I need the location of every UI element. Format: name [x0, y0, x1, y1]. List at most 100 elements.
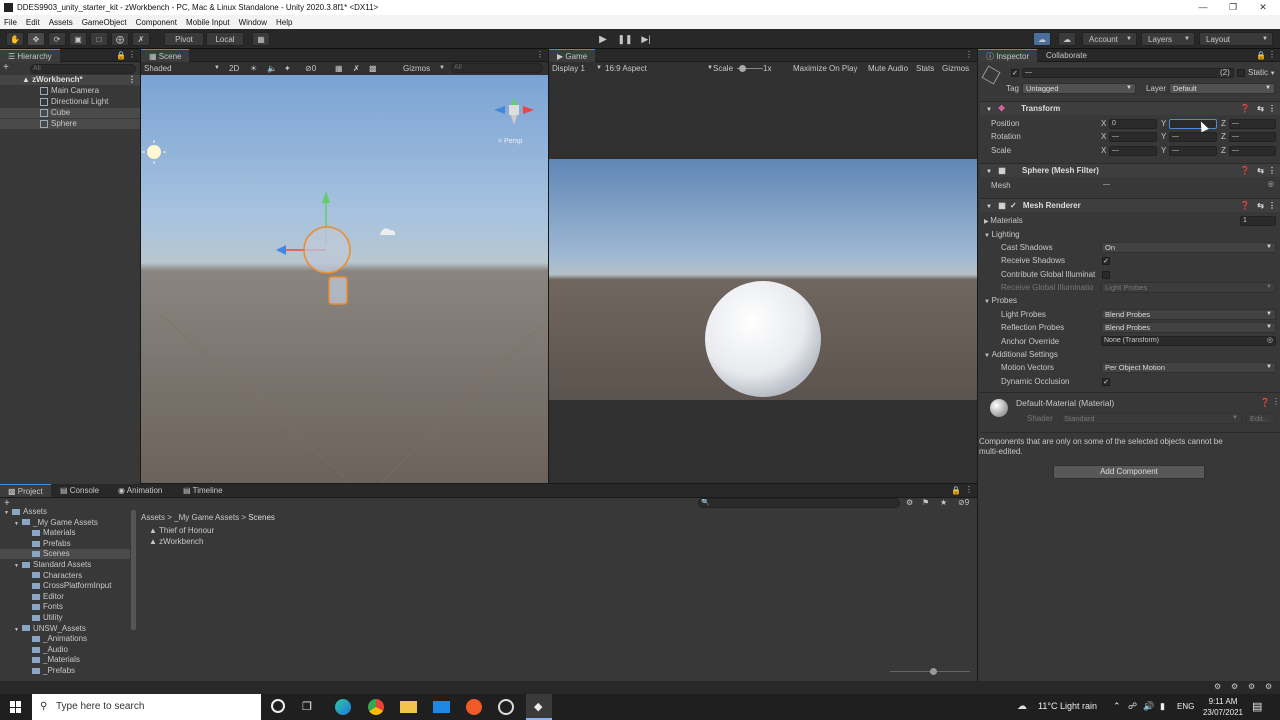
network-icon[interactable]: ☍ [1128, 701, 1137, 712]
menu-file[interactable]: File [4, 18, 17, 27]
menu-assets[interactable]: Assets [49, 18, 73, 27]
maximize-button[interactable]: ❐ [1218, 0, 1248, 15]
transform-header[interactable]: ▼ ✥ Transform ❓ ⇆ ⋮ [980, 101, 1280, 115]
z-axis-arrow-icon[interactable] [276, 245, 286, 255]
notifications-icon[interactable]: ▤ [1252, 700, 1262, 713]
gizmos-dropdown[interactable]: Gizmos ▼ [403, 63, 447, 74]
more-menu-icon[interactable]: ⋮ [1272, 397, 1280, 406]
file-explorer-icon[interactable] [400, 701, 417, 713]
mesh-field[interactable]: — ◎ [1101, 181, 1276, 191]
hierarchy-item-directional-light[interactable]: Directional Light [0, 97, 140, 107]
rotation-x-field[interactable]: — [1109, 132, 1157, 142]
menu-help[interactable]: Help [276, 18, 292, 27]
shader-dropdown[interactable]: Standard ▼ [1060, 413, 1242, 424]
account-dropdown[interactable]: Account ▼ [1082, 32, 1137, 46]
chrome-icon[interactable] [368, 699, 384, 715]
scale-y-field[interactable]: — [1169, 146, 1217, 156]
sphere-object[interactable] [303, 226, 351, 274]
collab-status-icon[interactable]: ⚙ [1265, 682, 1272, 691]
blender-icon[interactable] [466, 699, 482, 715]
play-button[interactable]: ▶ [594, 32, 612, 46]
unity-editor-taskbar-icon[interactable]: ◆ [526, 694, 552, 720]
move-tool-icon[interactable]: ✥ [27, 32, 45, 46]
close-button[interactable]: ✕ [1248, 0, 1278, 15]
local-toggle-button[interactable]: Local [206, 32, 244, 46]
collab-icon[interactable]: ☁ [1033, 32, 1051, 46]
menu-mobile-input[interactable]: Mobile Input [186, 18, 230, 27]
pause-button[interactable]: ❚❚ [616, 32, 634, 46]
chevron-up-icon[interactable]: ⌃ [1113, 701, 1121, 712]
contribute-gi-checkbox[interactable] [1102, 271, 1110, 279]
light-probes-dropdown[interactable]: Blend Probes ▼ [1101, 309, 1276, 320]
breadcrumb-scenes[interactable]: Scenes [248, 513, 275, 522]
object-picker-icon[interactable]: ◎ [1267, 337, 1273, 345]
tab-project[interactable]: ▩ Project [0, 484, 51, 497]
aspect-dropdown[interactable]: 16:9 Aspect ▼ [605, 63, 715, 74]
scene-root-item[interactable]: ▲ zWorkbench* ⋮ [0, 75, 140, 85]
materials-count-field[interactable]: 1 [1240, 216, 1276, 226]
project-folder-item[interactable]: ▼ Standard Assets [0, 560, 130, 570]
game-viewport[interactable] [549, 159, 977, 400]
project-folder-item[interactable]: CrossPlatformInput [0, 581, 130, 591]
static-checkbox[interactable] [1237, 69, 1245, 77]
rotate-tool-icon[interactable]: ⟳ [48, 32, 66, 46]
language-indicator[interactable]: ENG [1177, 702, 1194, 711]
file-item-zworkbench[interactable]: ▲ zWorkbench [149, 537, 203, 547]
hierarchy-item-cube[interactable]: Cube [0, 108, 140, 118]
tree-scrollbar[interactable] [131, 510, 136, 630]
lock-icon[interactable]: 🔒 [116, 51, 126, 60]
file-item-thief-of-honour[interactable]: ▲ Thief of Honour [149, 526, 214, 536]
more-menu-icon[interactable]: ⋮ [128, 75, 136, 85]
scene-search-input[interactable]: All [451, 63, 543, 73]
receive-shadows-checkbox[interactable]: ✓ [1102, 257, 1110, 265]
2d-toggle-button[interactable]: 2D [229, 63, 243, 74]
material-section[interactable]: Default-Material (Material) Shader Stand… [980, 392, 1280, 426]
more-menu-icon[interactable]: ⋮ [536, 50, 544, 59]
more-menu-icon[interactable]: ⋮ [965, 485, 973, 494]
game-gizmos-button[interactable]: Gizmos [942, 63, 969, 74]
reflection-probes-dropdown[interactable]: Blend Probes ▼ [1101, 322, 1276, 333]
filter-label-icon[interactable]: ⚑ [922, 498, 929, 507]
more-menu-icon[interactable]: ⋮ [128, 50, 136, 59]
menu-edit[interactable]: Edit [26, 18, 40, 27]
weather-text[interactable]: 11°C Light rain [1038, 701, 1097, 711]
hidden-packages-icon[interactable]: ⊘9 [958, 498, 969, 507]
audio-toggle-icon[interactable]: 🔈 [267, 62, 277, 75]
transform-tool-icon[interactable]: ⨁ [111, 32, 129, 46]
help-icon[interactable]: ❓ [1240, 102, 1250, 116]
windows-start-icon[interactable] [10, 701, 22, 713]
cortana-icon[interactable] [271, 699, 285, 713]
rect-tool-icon[interactable]: □ [90, 32, 108, 46]
motion-vectors-dropdown[interactable]: Per Object Motion ▼ [1101, 362, 1276, 373]
active-checkbox[interactable]: ✓ [1011, 69, 1019, 77]
rotation-z-field[interactable]: — [1229, 132, 1276, 142]
effects-toggle-icon[interactable]: ✦ [284, 62, 291, 75]
more-menu-icon[interactable]: ⋮ [965, 50, 973, 59]
breadcrumb-assets[interactable]: Assets [141, 513, 165, 522]
renderer-enabled-checkbox[interactable]: ✓ [1010, 201, 1017, 210]
project-folder-item[interactable]: Characters [0, 571, 130, 581]
more-menu-icon[interactable]: ⋮ [1268, 102, 1276, 116]
weather-icon[interactable]: ☁ [1017, 701, 1027, 712]
hand-tool-icon[interactable]: ✋ [6, 32, 24, 46]
minimize-button[interactable]: — [1188, 0, 1218, 15]
display-dropdown[interactable]: Display 1 ▼ [552, 63, 604, 74]
perspective-label[interactable]: < Persp [498, 138, 522, 145]
project-folder-item[interactable]: _Materials [0, 655, 130, 665]
grid-snap-icon[interactable]: ▦ [252, 32, 270, 46]
presets-icon[interactable]: ⇆ [1257, 164, 1264, 178]
tab-inspector[interactable]: ⓘ Inspector [978, 49, 1038, 62]
add-component-button[interactable]: Add Component [1053, 465, 1205, 479]
menu-window[interactable]: Window [239, 18, 267, 27]
cube-object[interactable] [328, 276, 348, 305]
scale-x-field[interactable]: — [1109, 146, 1157, 156]
icon-size-slider-thumb[interactable] [930, 668, 937, 675]
layout-dropdown[interactable]: Layout ▼ [1199, 32, 1273, 46]
probes-foldout[interactable]: ▼ Probes [984, 296, 1017, 306]
battery-icon[interactable]: ▮ [1160, 701, 1165, 712]
bug-icon[interactable]: ⚙ [1231, 682, 1238, 691]
mesh-renderer-header[interactable]: ▼ ▦ ✓ Mesh Renderer ❓ ⇆ ⋮ [980, 198, 1280, 212]
scene-viewport[interactable]: < Persp [141, 75, 548, 484]
presets-icon[interactable]: ⇆ [1257, 199, 1264, 213]
more-menu-icon[interactable]: ⋮ [1268, 50, 1276, 59]
